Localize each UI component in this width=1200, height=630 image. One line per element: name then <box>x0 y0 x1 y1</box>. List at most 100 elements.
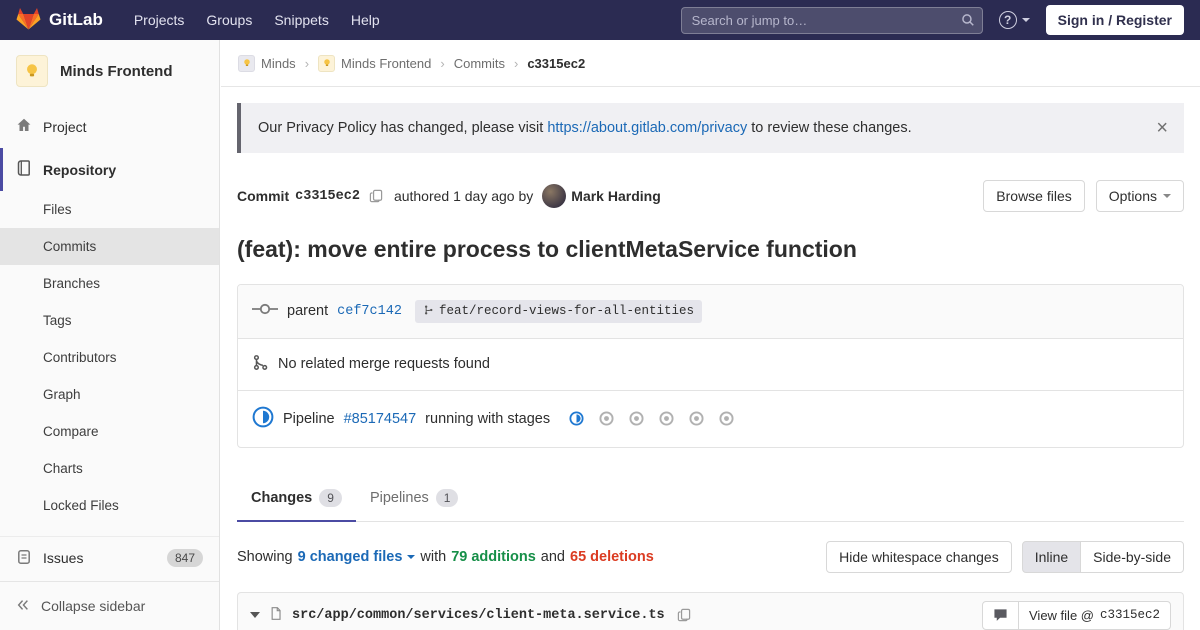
breadcrumb-minds-frontend[interactable]: Minds Frontend <box>318 54 431 72</box>
sidebar-item-label: Repository <box>43 161 117 178</box>
issues-icon <box>16 549 32 568</box>
commit-icon <box>252 302 296 320</box>
top-navbar: GitLab Projects Groups Snippets Help ? S… <box>0 0 1200 40</box>
chevron-down-icon <box>407 554 416 559</box>
breadcrumb-label: Minds <box>261 55 296 71</box>
diff-view-controls: Hide whitespace changes Inline Side-by-s… <box>826 540 1184 573</box>
group-avatar <box>238 54 255 72</box>
merge-request-icon <box>252 354 269 375</box>
nav-snippets[interactable]: Snippets <box>263 0 339 40</box>
gitlab-logo[interactable]: GitLab <box>16 7 103 34</box>
pipeline-label: Pipeline <box>283 410 335 427</box>
nav-projects[interactable]: Projects <box>123 0 196 40</box>
commit-container: Our Privacy Policy has changed, please v… <box>221 87 1200 630</box>
parent-sha-link[interactable]: cef7c142 <box>337 304 402 319</box>
diff-stats-bar: Showing 9 changed files with 79 addition… <box>237 540 1184 573</box>
view-file-sha: c3315ec2 <box>1099 608 1160 623</box>
commit-title: (feat): move entire process to clientMet… <box>237 236 857 262</box>
sign-in-button[interactable]: Sign in / Register <box>1045 5 1184 35</box>
browse-files-button[interactable]: Browse files <box>983 180 1085 212</box>
brand-name: GitLab <box>49 10 103 29</box>
stage-created-icon[interactable] <box>629 411 644 426</box>
pipeline-running-icon[interactable] <box>252 406 274 432</box>
toggle-comments-button[interactable] <box>982 600 1019 630</box>
project-avatar <box>16 55 48 87</box>
sidebar-item-branches[interactable]: Branches <box>0 265 219 302</box>
branch-icon <box>423 304 434 319</box>
breadcrumb-minds[interactable]: Minds <box>238 54 296 72</box>
sidebar-item-label: Issues <box>43 550 84 566</box>
banner-text: Our Privacy Policy has changed, please v… <box>258 120 548 136</box>
close-icon[interactable]: × <box>1156 118 1168 138</box>
commit-sha: c3315ec2 <box>295 188 360 204</box>
with-label: with <box>420 548 447 565</box>
changed-files-dropdown[interactable]: 9 changed files <box>298 549 416 565</box>
side-by-side-view-button[interactable]: Side-by-side <box>1080 540 1184 573</box>
tab-label: Changes <box>251 489 313 506</box>
sidebar-item-commits[interactable]: Commits <box>0 228 219 265</box>
stage-created-icon[interactable] <box>599 411 614 426</box>
file-path-link[interactable]: src/app/common/services/client-meta.serv… <box>292 608 665 623</box>
author-name-link[interactable]: Mark Harding <box>571 188 660 204</box>
and-label: and <box>540 548 565 565</box>
sidebar-item-files[interactable]: Files <box>0 191 219 228</box>
options-dropdown-button[interactable]: Options <box>1095 180 1184 212</box>
sidebar-item-tags[interactable]: Tags <box>0 302 219 339</box>
sidebar-item-contributors[interactable]: Contributors <box>0 339 219 376</box>
pipeline-row: Pipeline #85174547 running with stages <box>238 389 1183 447</box>
sidebar-item-charts[interactable]: Charts <box>0 450 219 487</box>
help-menu[interactable]: ? <box>998 11 1030 29</box>
search-input[interactable] <box>680 6 983 34</box>
view-file-button[interactable]: View file @ c3315ec2 <box>1018 600 1171 630</box>
gitlab-commit-page: GitLab Projects Groups Snippets Help ? S… <box>0 0 1200 630</box>
parent-label: parent <box>287 303 329 320</box>
sidebar-item-project[interactable]: Project <box>0 105 219 148</box>
additions-count: 79 additions <box>451 548 536 565</box>
collapse-sidebar-button[interactable]: Collapse sidebar <box>0 581 219 630</box>
view-mode-group: Inline Side-by-side <box>1021 540 1184 573</box>
sidebar-item-locked-files[interactable]: Locked Files <box>0 487 219 524</box>
pipeline-suffix: running with stages <box>425 410 551 427</box>
sidebar-item-graph[interactable]: Graph <box>0 376 219 413</box>
sidebar-item-issues[interactable]: Issues 847 <box>0 536 219 579</box>
search-icon <box>961 13 975 30</box>
commit-info-box: parent cef7c142 feat/record-views-for-al… <box>237 283 1184 448</box>
banner-text: to review these changes. <box>747 120 912 136</box>
nav-groups[interactable]: Groups <box>195 0 263 40</box>
nav-help[interactable]: Help <box>340 0 391 40</box>
showing-label: Showing <box>237 548 293 565</box>
chevron-down-icon <box>1021 18 1030 22</box>
collapse-diff-icon[interactable] <box>250 612 260 619</box>
search-container <box>680 6 983 34</box>
sidebar-item-label: Project <box>43 118 87 135</box>
pipelines-count-badge: 1 <box>435 488 459 507</box>
sidebar-project-header[interactable]: Minds Frontend <box>0 40 219 105</box>
pipeline-id-link[interactable]: #85174547 <box>344 411 417 427</box>
privacy-policy-link[interactable]: https://about.gitlab.com/privacy <box>547 120 747 136</box>
stage-created-icon[interactable] <box>719 411 734 426</box>
breadcrumb-commits[interactable]: Commits <box>454 56 505 71</box>
copy-sha-button[interactable] <box>366 189 386 203</box>
branch-name: feat/record-views-for-all-entities <box>438 304 694 319</box>
breadcrumb-separator: › <box>440 55 445 71</box>
inline-view-button[interactable]: Inline <box>1021 540 1082 573</box>
tab-pipelines[interactable]: Pipelines 1 <box>356 476 473 522</box>
sidebar-item-repository[interactable]: Repository <box>0 148 219 191</box>
stage-created-icon[interactable] <box>659 411 674 426</box>
stage-created-icon[interactable] <box>689 411 704 426</box>
tanuki-icon <box>16 7 41 34</box>
author-avatar <box>542 184 567 208</box>
hide-whitespace-button[interactable]: Hide whitespace changes <box>826 540 1012 573</box>
sidebar-item-compare[interactable]: Compare <box>0 413 219 450</box>
question-icon: ? <box>998 11 1017 29</box>
branch-ref-badge[interactable]: feat/record-views-for-all-entities <box>414 299 702 323</box>
repository-subnav: Files Commits Branches Tags Contributors… <box>0 191 219 524</box>
deletions-count: 65 deletions <box>570 548 654 565</box>
breadcrumb-separator: › <box>513 55 519 71</box>
file-icon <box>269 606 283 624</box>
tab-changes[interactable]: Changes 9 <box>237 476 356 522</box>
copy-path-button[interactable] <box>674 608 694 622</box>
broadcast-banner: Our Privacy Policy has changed, please v… <box>237 103 1184 153</box>
merge-requests-row: No related merge requests found <box>238 337 1183 390</box>
stage-running-icon[interactable] <box>569 411 584 426</box>
